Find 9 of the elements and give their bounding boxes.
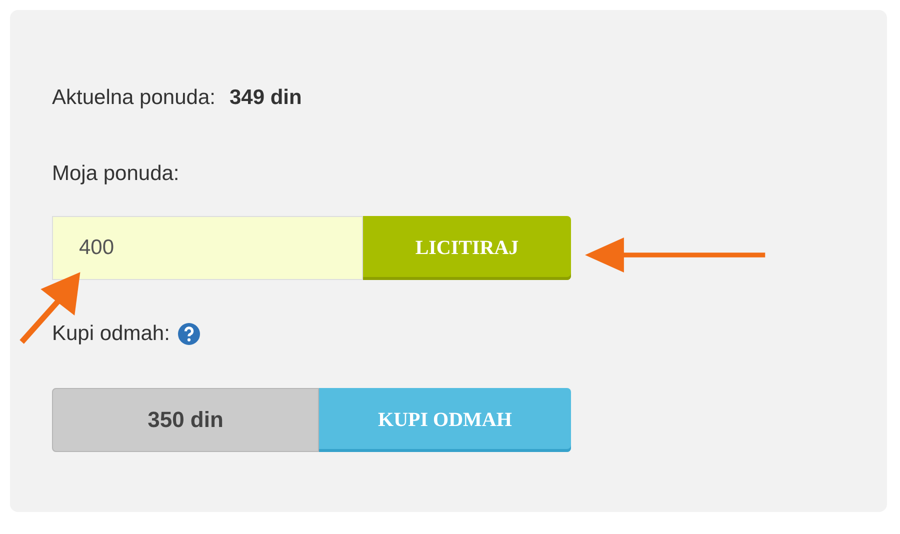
bid-button[interactable]: LICITIRAJ	[363, 216, 571, 280]
bid-input-field[interactable]: 400	[52, 216, 363, 280]
current-bid-label: Aktuelna ponuda:	[52, 86, 216, 110]
buy-now-button[interactable]: KUPI ODMAH	[319, 388, 571, 452]
my-bid-label: Moja ponuda:	[52, 162, 180, 186]
buy-now-price: 350 din	[52, 388, 319, 452]
current-bid-value: 349 din	[229, 86, 302, 110]
help-icon[interactable]	[178, 323, 200, 345]
buy-now-label: Kupi odmah:	[52, 322, 170, 346]
